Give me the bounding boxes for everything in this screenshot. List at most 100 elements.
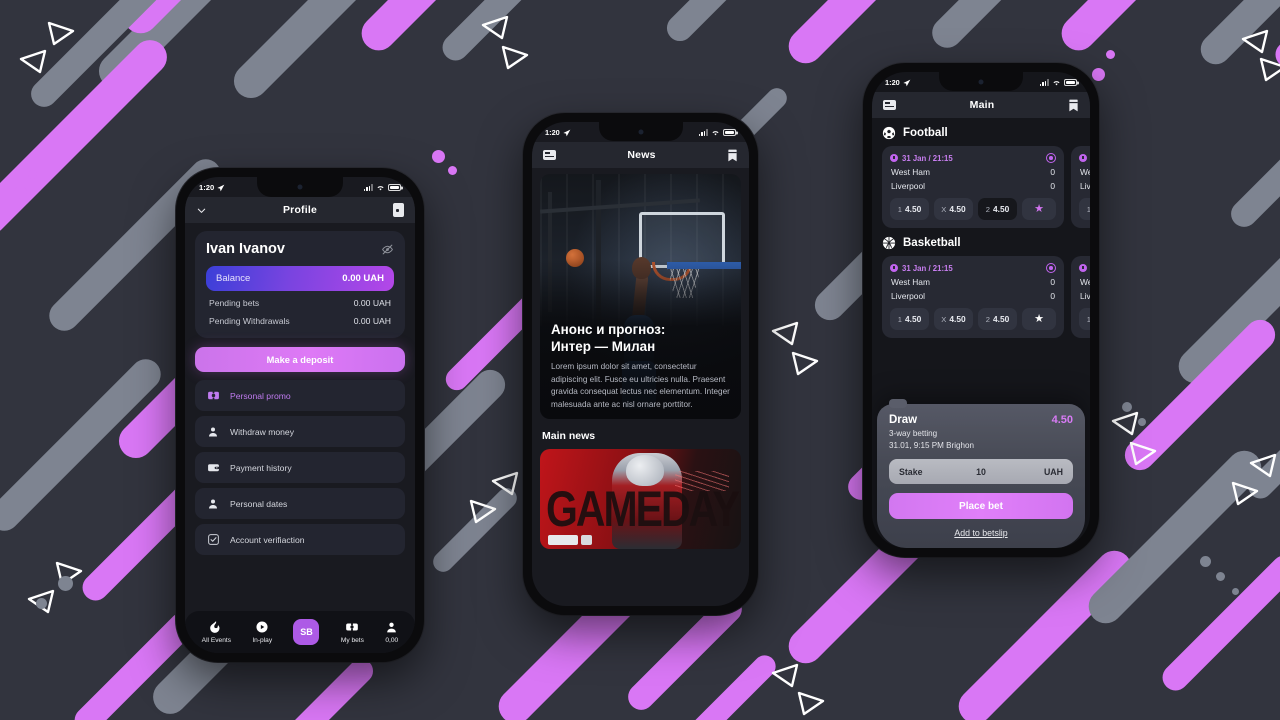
odds-button-x[interactable]: X 4.50 [934, 198, 973, 220]
decor-triangle-icon [469, 499, 497, 524]
sheet-grabber[interactable] [889, 399, 907, 408]
event-card[interactable]: 31 Jan / 21:15 West Ham0 Liverpool0 14.5… [882, 256, 1064, 338]
odds-value: 4.50 [949, 314, 966, 324]
decor-triangle-icon [797, 691, 825, 716]
favorite-button[interactable]: ★ [1022, 308, 1056, 330]
stake-currency: UAH [1043, 466, 1063, 477]
make-deposit-button[interactable]: Make a deposit [195, 347, 405, 372]
tab-label: All Events [201, 637, 231, 644]
menu-item-account-verification[interactable]: Account verifiaction [195, 524, 405, 555]
decor-dot [28, 170, 37, 179]
betslip-header: Draw 4.50 [889, 414, 1073, 426]
notch [939, 72, 1023, 91]
chevron-down-icon[interactable] [196, 205, 207, 216]
odds-button-1[interactable]: 14.50 [1079, 198, 1090, 220]
menu-item-label: Personal promo [230, 390, 291, 401]
account-card: Ivan Ivanov Balance 0.00 UAH Pending bet… [195, 231, 405, 338]
menu-item-withdraw-money[interactable]: Withdraw money [195, 416, 405, 447]
pending-withdrawals-label: Pending Withdrawals [209, 316, 290, 326]
odds-button-x[interactable]: X 4.50 [934, 308, 973, 330]
odds-button-1[interactable]: 14.50 [890, 308, 929, 330]
decor-dot [58, 576, 73, 591]
event-time: 31 Jan / 21:15 [890, 154, 953, 163]
odds-button-1[interactable]: 14.50 [1079, 308, 1090, 330]
basketball-icon [882, 236, 896, 250]
news-card-icon[interactable] [543, 150, 556, 160]
live-dot-icon[interactable] [1046, 153, 1056, 163]
wifi-icon [712, 131, 719, 136]
betslip-sheet[interactable]: Draw 4.50 3-way betting 31.01, 9:15 PM B… [877, 399, 1085, 548]
odds-key: 1 [897, 204, 902, 214]
stake-input[interactable]: Stake 10 UAH [889, 459, 1073, 484]
status-time: 1:20 [885, 78, 900, 87]
odds-button-2[interactable]: 2 4.50 [978, 198, 1017, 220]
gameday-news-card[interactable]: GAMEDAY [540, 449, 741, 549]
odds-key: 1 [897, 314, 902, 324]
odds-button-1[interactable]: 14.50 [890, 198, 929, 220]
place-bet-button[interactable]: Place bet [889, 493, 1073, 519]
camera-icon [978, 79, 984, 84]
menu-item-payment-history[interactable]: Payment history [195, 452, 405, 483]
wallet-icon [206, 461, 220, 475]
decor-triangle-icon [1231, 481, 1259, 506]
flame-icon [210, 621, 220, 633]
decor-triangle-icon [501, 45, 529, 70]
soccer-ball-icon [882, 126, 896, 140]
decor-triangle-icon [481, 15, 509, 40]
battery-icon [723, 129, 736, 136]
favorite-button[interactable]: ★ [1022, 198, 1056, 220]
stake-value[interactable]: 10 [954, 467, 1009, 477]
team-name: West Ham [1080, 277, 1090, 287]
ticket-icon [206, 389, 220, 403]
odds-key: 1 [1086, 204, 1090, 214]
ticket-icon [346, 622, 359, 632]
nav-bar: Profile [185, 197, 415, 223]
tab-my-bets[interactable]: My bets [341, 620, 364, 644]
event-card[interactable]: 31 Jan / 21:15 West Ham0 Liverpool0 14.5… [1071, 256, 1090, 338]
tab-sb-home[interactable]: SB [293, 619, 320, 645]
odds-button-2[interactable]: 2 4.50 [978, 308, 1017, 330]
menu-item-personal-promo[interactable]: Personal promo [195, 380, 405, 411]
event-card[interactable]: 31 Jan / 21:15 West Ham0 Liverpool0 14.5… [1071, 146, 1090, 228]
menu-item-personal-dates[interactable]: Personal dates [195, 488, 405, 519]
team-row: Liverpool 0 [890, 177, 1056, 191]
tab-all-events[interactable]: All Events [202, 620, 231, 644]
hero-body: Lorem ipsum dolor sit amet, consectetur … [551, 362, 730, 409]
decor-dot [1106, 50, 1115, 59]
eye-off-icon[interactable] [381, 243, 394, 256]
odds-value: 4.50 [992, 314, 1010, 324]
live-dot-icon[interactable] [1046, 263, 1056, 273]
tab-account[interactable]: 0,00 [385, 621, 398, 644]
add-to-betslip-link[interactable]: Add to betslip [889, 528, 1073, 538]
nav-bar: Main [872, 92, 1090, 118]
battery-icon [1064, 79, 1077, 86]
betslip-market: 3-way betting [889, 429, 938, 438]
event-time: 31 Jan / 21:15 [1079, 264, 1090, 273]
hero-news-card[interactable]: Анонс и прогноз: Интер — Милан Lorem ips… [540, 174, 741, 419]
decor-dot [1138, 418, 1146, 426]
profile-menu: Personal promo Withdraw money Payment hi… [195, 380, 405, 555]
decor-triangle-icon [771, 321, 799, 346]
team-name: Liverpool [1080, 291, 1090, 301]
stake-label: Stake [899, 466, 923, 477]
tab-in-play[interactable]: In-play [252, 620, 272, 644]
event-rail-basketball[interactable]: 31 Jan / 21:15 West Ham 0 Liverpool 0 1 4.5… [872, 256, 1090, 338]
event-rail-football[interactable]: 31 Jan / 21:15 West Ham 0 Liverpool 0 1 4.5… [872, 146, 1090, 228]
decor-triangle-icon [1249, 453, 1277, 478]
decor-triangle-icon [1241, 29, 1269, 54]
decor-dot [1092, 68, 1105, 81]
balance-value: 0.00 UAH [342, 273, 384, 284]
clock-icon [890, 264, 898, 272]
event-card[interactable]: 31 Jan / 21:15 West Ham0 Liverpool0 14.5… [882, 146, 1064, 228]
bookmark-icon[interactable] [727, 149, 738, 162]
odds-row: 14.50 X4.50 24.50 ★ [890, 308, 1056, 330]
decor-dot [1216, 572, 1225, 581]
news-card-icon[interactable] [392, 203, 404, 217]
bookmark-icon[interactable] [1068, 99, 1079, 112]
decor-dot [432, 150, 445, 163]
odds-row: 14.50 X4.50 24.50 ★ [890, 198, 1056, 220]
phone-profile: 1:20 Profile Ivan Ivanov Balance 0.00 UA… [176, 168, 424, 662]
balance-row[interactable]: Balance 0.00 UAH [206, 266, 394, 291]
team-name: West Ham [891, 277, 930, 287]
news-card-icon[interactable] [883, 100, 896, 110]
